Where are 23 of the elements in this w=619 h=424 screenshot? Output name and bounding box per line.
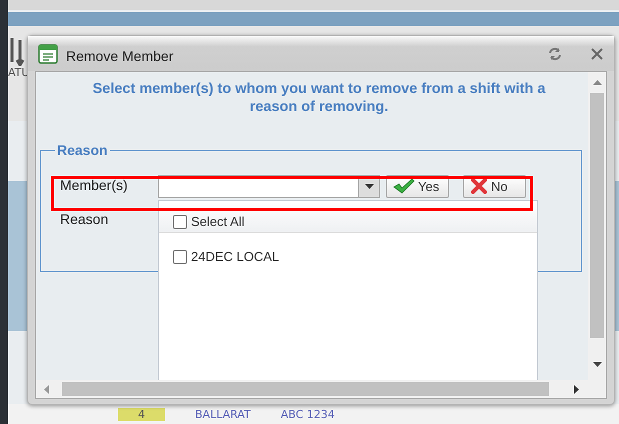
form-icon: [38, 44, 58, 64]
caret-icon: [364, 184, 374, 188]
checkbox[interactable]: [173, 250, 187, 264]
checkbox[interactable]: [173, 215, 187, 229]
scroll-down-icon[interactable]: [592, 362, 602, 367]
x-icon: [470, 178, 488, 194]
count-cell: 4: [118, 408, 165, 420]
scroll-left-icon[interactable]: [44, 384, 49, 394]
field-label: Member(s): [60, 177, 128, 193]
section-legend: Reason: [55, 142, 110, 158]
sort-icon[interactable]: [8, 36, 26, 66]
location-cell: BALLARAT: [195, 408, 251, 420]
close-icon[interactable]: [590, 46, 604, 60]
refresh-icon[interactable]: [548, 46, 562, 60]
scroll-right-icon[interactable]: [574, 384, 579, 394]
check-icon: [393, 178, 415, 194]
plate-cell: ABC 1234: [280, 408, 335, 420]
dialog-title: Remove Member: [66, 46, 174, 64]
field-label: Reason: [60, 211, 108, 227]
instruction-text: Select member(s) to whom you want to remove from a shift with a reason of removing.: [92, 80, 546, 116]
scroll-up-icon[interactable]: [592, 80, 602, 85]
option-label: 24DEC LOCAL: [191, 249, 280, 264]
option-label: Select All: [191, 214, 244, 229]
